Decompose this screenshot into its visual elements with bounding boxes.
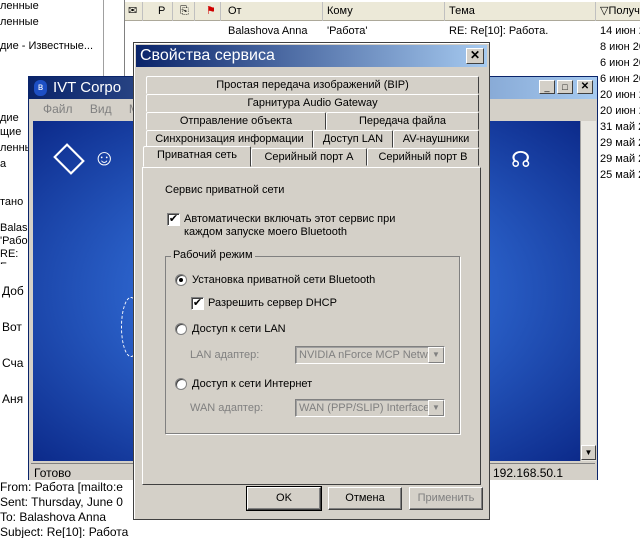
ivt-window-controls: _ □ ✕ xyxy=(539,79,597,97)
scroll-down-icon[interactable]: ▼ xyxy=(581,445,596,460)
folder-item[interactable]: щие xyxy=(0,126,21,138)
wan-adapter-label: WAN адаптер: xyxy=(190,402,264,414)
ivt-scrollbar[interactable]: ▼ xyxy=(580,121,596,461)
snippet-line: Вот xyxy=(2,320,22,334)
folder-item[interactable]: дие xyxy=(0,112,19,124)
snippet-subject: RE: F xyxy=(0,248,19,264)
cell-date: 20 июн 20 xyxy=(600,89,640,101)
cell-date: 31 май 2 xyxy=(600,121,640,133)
wan-adapter-select[interactable]: WAN (PPP/SLIP) Interface ▼ xyxy=(295,399,445,417)
maximize-icon[interactable]: □ xyxy=(557,80,573,94)
dialog-title: Свойства сервиса xyxy=(140,47,275,64)
priority-col-icon[interactable]: P xyxy=(155,2,173,21)
snippet-line: Аня xyxy=(2,392,24,406)
ivt-title-text: IVT Corpo xyxy=(53,79,122,96)
tab-private-network[interactable]: Приватная сеть xyxy=(143,146,251,167)
tab-bip[interactable]: Простая передача изображений (BIP) xyxy=(146,76,479,94)
cell-date: 25 май 2 xyxy=(600,169,640,181)
tab-lan-access[interactable]: Доступ LAN xyxy=(313,130,393,148)
tab-file-transfer[interactable]: Передача файла xyxy=(326,112,479,130)
tab-object-push[interactable]: Отправление объекта xyxy=(146,112,326,130)
ok-button[interactable]: OK xyxy=(246,486,322,511)
private-network-page: Сервис приватной сети ✔ Автоматически вк… xyxy=(142,167,481,485)
lan-adapter-label: LAN адаптер: xyxy=(190,349,260,361)
tab-serial-port-b[interactable]: Серийный порт B xyxy=(367,148,479,166)
lan-access-label[interactable]: Доступ к сети LAN xyxy=(192,323,286,335)
network-icon[interactable] xyxy=(53,143,85,175)
message-list-header: ✉ P ⎘ ⚑ От Кому Тема ▽Получ xyxy=(125,2,640,21)
tab-audio-gateway[interactable]: Гарнитура Audio Gateway xyxy=(146,94,479,112)
private-network-label[interactable]: Установка приватной сети Bluetooth xyxy=(192,274,375,286)
bluetooth-icon: ʙ xyxy=(34,80,47,96)
auto-enable-label[interactable]: Автоматически включать этот сервис при xyxy=(184,213,395,225)
cell-date: 8 июн 20 xyxy=(600,41,640,53)
folder-item[interactable]: тано xyxy=(0,196,23,208)
dhcp-label[interactable]: Разрешить сервер DHCP xyxy=(208,297,337,309)
dhcp-checkbox[interactable]: ✔ xyxy=(191,297,204,310)
col-to[interactable]: Кому xyxy=(324,2,445,21)
table-row[interactable]: Balashova Anna 'Работа' RE: Re[10]: Работа… xyxy=(125,23,640,39)
lan-adapter-value: NVIDIA nForce MCP Netw xyxy=(299,349,428,361)
close-icon[interactable]: ✕ xyxy=(577,80,593,94)
cell-to: 'Работа' xyxy=(327,25,368,37)
snippet-line: Сча xyxy=(2,356,24,370)
menu-file[interactable]: Файл xyxy=(43,102,73,116)
minimize-icon[interactable]: _ xyxy=(539,80,555,94)
close-icon[interactable]: ✕ xyxy=(466,48,484,64)
internet-access-radio[interactable] xyxy=(175,378,187,390)
menu-view[interactable]: Вид xyxy=(90,102,112,116)
cell-date: 29 май 2 xyxy=(600,153,640,165)
auto-enable-label-2[interactable]: каждом запуске моего Bluetooth xyxy=(184,226,347,238)
check-mark-icon: ✔ xyxy=(168,213,179,225)
tab-av-headphones[interactable]: AV-наушники xyxy=(393,130,479,148)
preview-body-snippet: Доб Вот Сча Аня xyxy=(0,270,28,420)
headset-icon[interactable]: ☊ xyxy=(511,147,541,175)
auto-enable-checkbox[interactable]: ✔ xyxy=(167,213,180,226)
service-properties-dialog: Свойства сервиса ✕ Простая передача изоб… xyxy=(133,42,490,520)
internet-access-label[interactable]: Доступ к сети Интернет xyxy=(192,378,312,390)
cell-date: 14 июн 2 xyxy=(600,25,640,37)
apply-button[interactable]: Применить xyxy=(409,487,483,510)
tab-serial-port-a[interactable]: Серийный порт A xyxy=(251,148,367,166)
cell-date: 20 июн 20 xyxy=(600,105,640,117)
lan-access-radio[interactable] xyxy=(175,323,187,335)
cell-subject: RE: Re[10]: Работа. xyxy=(449,25,549,37)
folder-item[interactable]: дие - Известные... xyxy=(0,40,93,52)
dialog-title-bar[interactable]: Свойства сервиса ✕ xyxy=(136,45,487,67)
cancel-button[interactable]: Отмена xyxy=(328,487,402,510)
chevron-down-icon[interactable]: ▼ xyxy=(428,347,444,363)
wan-adapter-value: WAN (PPP/SLIP) Interface xyxy=(299,402,430,414)
attachment-col-icon[interactable]: ✉ xyxy=(125,2,143,21)
work-mode-legend: Рабочий режим xyxy=(171,249,255,261)
preview-header-snippet: Balas 'Рабо RE: F xyxy=(0,222,28,264)
folder-item[interactable]: а xyxy=(0,158,6,170)
quoted-subject: Subject: Re[10]: Работа xyxy=(0,525,129,538)
folder-item[interactable]: ленные xyxy=(0,16,39,28)
cell-date: 6 июн 20 xyxy=(600,73,640,85)
col-received[interactable]: ▽Получ xyxy=(597,2,640,21)
check-mark-icon: ✔ xyxy=(192,297,203,309)
user-icon[interactable]: ☺ xyxy=(93,145,123,173)
private-network-radio[interactable] xyxy=(175,274,187,286)
snippet-from: Balas xyxy=(0,222,28,234)
folder-item[interactable]: ленные xyxy=(0,0,39,12)
snippet-line: Доб xyxy=(2,284,24,298)
cell-from: Balashova Anna xyxy=(228,25,308,37)
snippet-to: 'Рабо xyxy=(0,235,28,247)
cell-date: 29 май 2 xyxy=(600,137,640,149)
cell-date: 6 июн 20 xyxy=(600,57,640,69)
lan-adapter-select[interactable]: NVIDIA nForce MCP Netw ▼ xyxy=(295,346,445,364)
clip-col-icon[interactable]: ⎘ xyxy=(177,2,195,21)
section-title: Сервис приватной сети xyxy=(165,184,285,196)
chevron-down-icon[interactable]: ▼ xyxy=(428,400,444,416)
col-from[interactable]: От xyxy=(225,2,323,21)
col-subject[interactable]: Тема xyxy=(446,2,596,21)
status-ready: Готово xyxy=(34,466,72,480)
flag-col-icon[interactable]: ⚑ xyxy=(203,2,221,21)
